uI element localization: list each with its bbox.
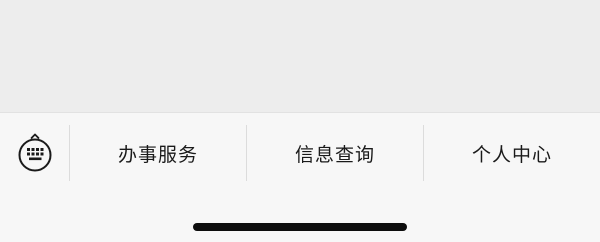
home-indicator <box>193 223 407 231</box>
message-area <box>0 0 600 112</box>
menu-item-personal-center[interactable]: 个人中心 <box>423 125 600 181</box>
official-account-menu-bar: 办事服务 信息查询 个人中心 <box>0 112 600 242</box>
keyboard-icon <box>15 131 55 175</box>
menu-item-label: 个人中心 <box>471 143 552 166</box>
menu-item-label: 办事服务 <box>117 143 198 166</box>
menu-row: 办事服务 信息查询 个人中心 <box>0 125 600 181</box>
menu-item-service[interactable]: 办事服务 <box>70 125 246 181</box>
keyboard-toggle-button[interactable] <box>0 125 70 181</box>
menu-item-label: 信息查询 <box>294 143 375 166</box>
menu-item-info-query[interactable]: 信息查询 <box>246 125 423 181</box>
